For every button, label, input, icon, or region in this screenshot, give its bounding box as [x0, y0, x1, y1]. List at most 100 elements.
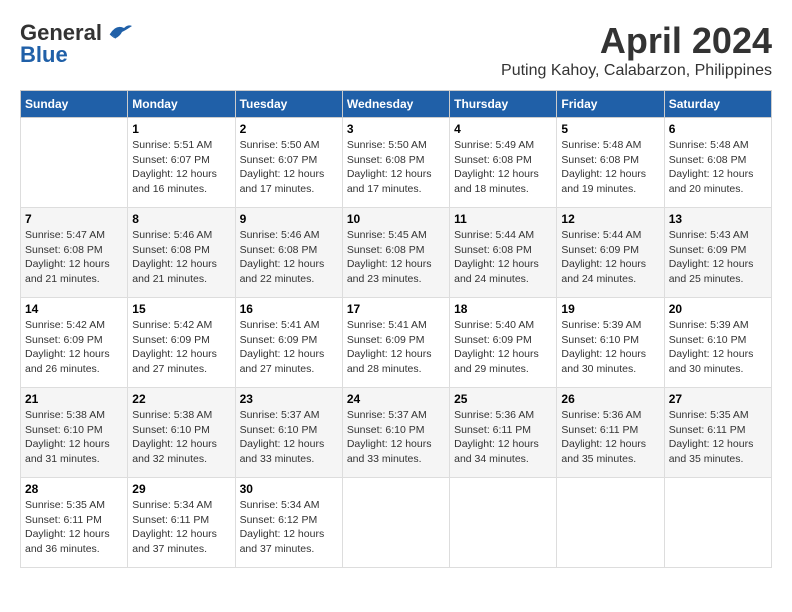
day-info: Sunrise: 5:42 AM Sunset: 6:09 PM Dayligh…	[132, 318, 230, 377]
calendar-day-cell: 26 Sunrise: 5:36 AM Sunset: 6:11 PM Dayli…	[557, 388, 664, 478]
day-info: Sunrise: 5:37 AM Sunset: 6:10 PM Dayligh…	[347, 408, 445, 467]
calendar-day-cell: 10Sunrise: 5:45 AM Sunset: 6:08 PM Dayli…	[342, 208, 449, 298]
day-info: Sunrise: 5:34 AM Sunset: 6:11 PM Dayligh…	[132, 498, 230, 557]
day-number: 2	[240, 122, 338, 136]
calendar-day-cell: 17Sunrise: 5:41 AM Sunset: 6:09 PM Dayli…	[342, 298, 449, 388]
day-number: 15	[132, 302, 230, 316]
calendar-day-cell: 11 Sunrise: 5:44 AM Sunset: 6:08 PM Dayli…	[450, 208, 557, 298]
day-number: 7	[25, 212, 123, 226]
calendar-day-cell	[450, 478, 557, 568]
calendar-day-cell: 15 Sunrise: 5:42 AM Sunset: 6:09 PM Dayli…	[128, 298, 235, 388]
day-info: Sunrise: 5:50 AM Sunset: 6:08 PM Dayligh…	[347, 138, 445, 197]
calendar-week-row: 7 Sunrise: 5:47 AM Sunset: 6:08 PM Daylig…	[21, 208, 772, 298]
calendar-day-cell: 21 Sunrise: 5:38 AM Sunset: 6:10 PM Dayli…	[21, 388, 128, 478]
day-number: 25	[454, 392, 552, 406]
calendar-week-row: 1 Sunrise: 5:51 AM Sunset: 6:07 PM Daylig…	[21, 118, 772, 208]
day-info: Sunrise: 5:41 AM Sunset: 6:09 PM Dayligh…	[347, 318, 445, 377]
calendar-day-cell: 12Sunrise: 5:44 AM Sunset: 6:09 PM Dayli…	[557, 208, 664, 298]
calendar-header-monday: Monday	[128, 91, 235, 118]
calendar-header-saturday: Saturday	[664, 91, 771, 118]
calendar-day-cell: 2 Sunrise: 5:50 AM Sunset: 6:07 PM Daylig…	[235, 118, 342, 208]
day-number: 26	[561, 392, 659, 406]
calendar-day-cell: 6 Sunrise: 5:48 AM Sunset: 6:08 PM Daylig…	[664, 118, 771, 208]
day-info: Sunrise: 5:47 AM Sunset: 6:08 PM Dayligh…	[25, 228, 123, 287]
day-info: Sunrise: 5:39 AM Sunset: 6:10 PM Dayligh…	[561, 318, 659, 377]
day-number: 13	[669, 212, 767, 226]
day-number: 28	[25, 482, 123, 496]
calendar-day-cell: 16 Sunrise: 5:41 AM Sunset: 6:09 PM Dayli…	[235, 298, 342, 388]
day-info: Sunrise: 5:46 AM Sunset: 6:08 PM Dayligh…	[132, 228, 230, 287]
day-info: Sunrise: 5:42 AM Sunset: 6:09 PM Dayligh…	[25, 318, 123, 377]
calendar-day-cell	[21, 118, 128, 208]
day-info: Sunrise: 5:37 AM Sunset: 6:10 PM Dayligh…	[240, 408, 338, 467]
calendar-header-row: SundayMondayTuesdayWednesdayThursdayFrid…	[21, 91, 772, 118]
calendar-day-cell: 30 Sunrise: 5:34 AM Sunset: 6:12 PM Dayli…	[235, 478, 342, 568]
logo-bird-icon	[106, 22, 134, 44]
day-number: 30	[240, 482, 338, 496]
calendar-day-cell: 8 Sunrise: 5:46 AM Sunset: 6:08 PM Daylig…	[128, 208, 235, 298]
day-info: Sunrise: 5:50 AM Sunset: 6:07 PM Dayligh…	[240, 138, 338, 197]
day-number: 1	[132, 122, 230, 136]
day-number: 21	[25, 392, 123, 406]
calendar-day-cell	[664, 478, 771, 568]
calendar-day-cell: 28Sunrise: 5:35 AM Sunset: 6:11 PM Dayli…	[21, 478, 128, 568]
calendar-header-friday: Friday	[557, 91, 664, 118]
day-number: 3	[347, 122, 445, 136]
day-number: 20	[669, 302, 767, 316]
day-info: Sunrise: 5:35 AM Sunset: 6:11 PM Dayligh…	[669, 408, 767, 467]
day-info: Sunrise: 5:49 AM Sunset: 6:08 PM Dayligh…	[454, 138, 552, 197]
day-info: Sunrise: 5:44 AM Sunset: 6:08 PM Dayligh…	[454, 228, 552, 287]
calendar-day-cell: 14 Sunrise: 5:42 AM Sunset: 6:09 PM Dayli…	[21, 298, 128, 388]
day-info: Sunrise: 5:38 AM Sunset: 6:10 PM Dayligh…	[25, 408, 123, 467]
page-header: General Blue April 2024 Puting Kahoy, Ca…	[20, 20, 772, 80]
calendar-day-cell	[557, 478, 664, 568]
day-number: 29	[132, 482, 230, 496]
day-number: 8	[132, 212, 230, 226]
day-number: 6	[669, 122, 767, 136]
day-number: 27	[669, 392, 767, 406]
calendar-day-cell: 7 Sunrise: 5:47 AM Sunset: 6:08 PM Daylig…	[21, 208, 128, 298]
calendar-day-cell: 23Sunrise: 5:37 AM Sunset: 6:10 PM Dayli…	[235, 388, 342, 478]
day-number: 19	[561, 302, 659, 316]
calendar-day-cell: 22Sunrise: 5:38 AM Sunset: 6:10 PM Dayli…	[128, 388, 235, 478]
calendar-week-row: 21 Sunrise: 5:38 AM Sunset: 6:10 PM Dayli…	[21, 388, 772, 478]
day-info: Sunrise: 5:46 AM Sunset: 6:08 PM Dayligh…	[240, 228, 338, 287]
day-info: Sunrise: 5:45 AM Sunset: 6:08 PM Dayligh…	[347, 228, 445, 287]
calendar-header-sunday: Sunday	[21, 91, 128, 118]
day-info: Sunrise: 5:40 AM Sunset: 6:09 PM Dayligh…	[454, 318, 552, 377]
day-number: 14	[25, 302, 123, 316]
day-info: Sunrise: 5:34 AM Sunset: 6:12 PM Dayligh…	[240, 498, 338, 557]
page-subtitle: Puting Kahoy, Calabarzon, Philippines	[501, 62, 772, 80]
day-number: 4	[454, 122, 552, 136]
calendar-day-cell: 13 Sunrise: 5:43 AM Sunset: 6:09 PM Dayli…	[664, 208, 771, 298]
calendar-day-cell: 27 Sunrise: 5:35 AM Sunset: 6:11 PM Dayli…	[664, 388, 771, 478]
calendar-header-wednesday: Wednesday	[342, 91, 449, 118]
calendar-day-cell	[342, 478, 449, 568]
day-info: Sunrise: 5:43 AM Sunset: 6:09 PM Dayligh…	[669, 228, 767, 287]
calendar-week-row: 14 Sunrise: 5:42 AM Sunset: 6:09 PM Dayli…	[21, 298, 772, 388]
day-number: 5	[561, 122, 659, 136]
calendar-table: SundayMondayTuesdayWednesdayThursdayFrid…	[20, 90, 772, 568]
title-block: April 2024 Puting Kahoy, Calabarzon, Phi…	[501, 20, 772, 80]
day-info: Sunrise: 5:44 AM Sunset: 6:09 PM Dayligh…	[561, 228, 659, 287]
logo-blue-text: Blue	[20, 42, 68, 68]
day-info: Sunrise: 5:48 AM Sunset: 6:08 PM Dayligh…	[561, 138, 659, 197]
calendar-header-thursday: Thursday	[450, 91, 557, 118]
calendar-week-row: 28Sunrise: 5:35 AM Sunset: 6:11 PM Dayli…	[21, 478, 772, 568]
day-number: 18	[454, 302, 552, 316]
calendar-day-cell: 24 Sunrise: 5:37 AM Sunset: 6:10 PM Dayli…	[342, 388, 449, 478]
calendar-day-cell: 1 Sunrise: 5:51 AM Sunset: 6:07 PM Daylig…	[128, 118, 235, 208]
calendar-day-cell: 19 Sunrise: 5:39 AM Sunset: 6:10 PM Dayli…	[557, 298, 664, 388]
day-number: 22	[132, 392, 230, 406]
page-title: April 2024	[501, 20, 772, 62]
day-info: Sunrise: 5:48 AM Sunset: 6:08 PM Dayligh…	[669, 138, 767, 197]
day-info: Sunrise: 5:51 AM Sunset: 6:07 PM Dayligh…	[132, 138, 230, 197]
day-info: Sunrise: 5:41 AM Sunset: 6:09 PM Dayligh…	[240, 318, 338, 377]
day-number: 24	[347, 392, 445, 406]
day-number: 16	[240, 302, 338, 316]
calendar-day-cell: 3 Sunrise: 5:50 AM Sunset: 6:08 PM Daylig…	[342, 118, 449, 208]
day-number: 11	[454, 212, 552, 226]
day-info: Sunrise: 5:36 AM Sunset: 6:11 PM Dayligh…	[561, 408, 659, 467]
calendar-day-cell: 20Sunrise: 5:39 AM Sunset: 6:10 PM Dayli…	[664, 298, 771, 388]
calendar-day-cell: 9Sunrise: 5:46 AM Sunset: 6:08 PM Daylig…	[235, 208, 342, 298]
